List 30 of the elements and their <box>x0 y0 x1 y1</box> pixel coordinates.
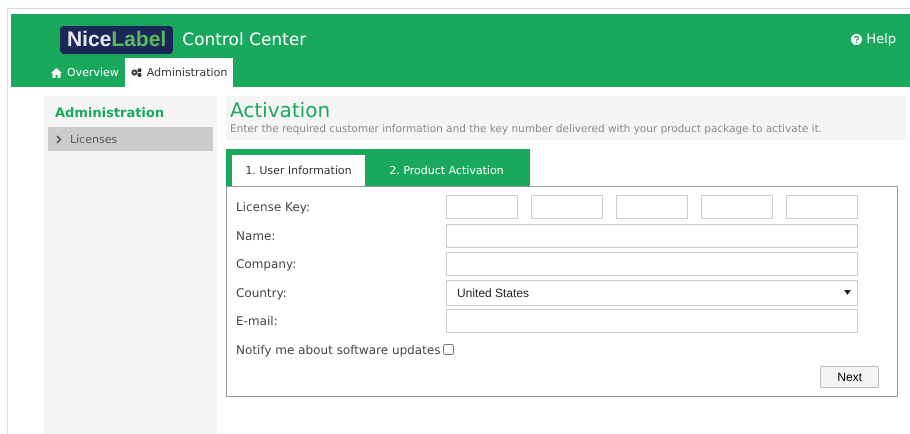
country-dropdown[interactable]: United States <box>446 280 858 306</box>
field-label: Company: <box>236 257 298 272</box>
field-label: E-mail: <box>236 314 279 328</box>
notify-label: Notify me about software updates <box>236 342 440 357</box>
sidebar-item[interactable]: Licenses <box>48 127 213 151</box>
field-label: License Key: <box>236 200 311 214</box>
field-label: Country: <box>236 286 288 300</box>
key-input-field[interactable] <box>446 195 518 220</box>
chevron-icon <box>56 134 62 144</box>
page-description: Enter the required customer information and the key number delivered with your product package to activate it. <box>230 123 824 135</box>
sidebar-title: Administration <box>54 106 166 123</box>
caret-icon <box>844 290 851 296</box>
next-button[interactable]: Next <box>820 366 879 388</box>
input-field[interactable] <box>446 224 858 248</box>
nav-tab[interactable]: Administration <box>124 58 234 87</box>
key-input-field[interactable] <box>786 195 858 220</box>
key-input-field[interactable] <box>616 195 688 220</box>
step-tab[interactable]: 1. User Information <box>232 155 365 186</box>
input-field[interactable] <box>446 252 858 276</box>
key-input-field[interactable] <box>531 195 603 220</box>
logo: NiceLabel <box>60 26 174 54</box>
gears-icon <box>130 68 142 77</box>
key-input-field[interactable] <box>701 195 773 220</box>
field-label: Name: <box>236 228 276 243</box>
notify-checkbox[interactable] <box>442 344 454 356</box>
app-title: Control Center <box>182 30 306 50</box>
help-icon <box>851 34 862 45</box>
page-title: Activation <box>230 98 332 122</box>
home-icon <box>51 68 62 78</box>
input-field[interactable] <box>446 309 858 334</box>
